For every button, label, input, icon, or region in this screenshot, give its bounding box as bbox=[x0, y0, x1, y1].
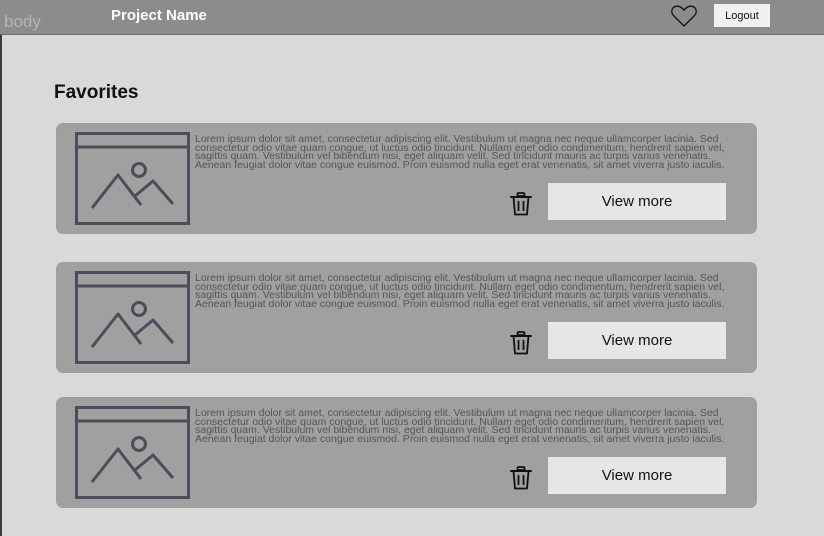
trash-icon[interactable] bbox=[509, 191, 533, 217]
view-more-button[interactable]: View more bbox=[548, 183, 726, 220]
page-title: Favorites bbox=[54, 82, 139, 103]
favorite-card: Lorem ipsum dolor sit amet, consectetur … bbox=[56, 397, 757, 508]
image-placeholder-icon bbox=[75, 271, 190, 364]
image-placeholder-icon bbox=[75, 406, 190, 499]
frame-label: body bbox=[4, 12, 41, 31]
card-description: Lorem ipsum dolor sit amet, consectetur … bbox=[195, 407, 725, 445]
project-name[interactable]: Project Name bbox=[111, 7, 207, 25]
view-more-button[interactable]: View more bbox=[548, 457, 726, 494]
logout-button[interactable]: Logout bbox=[714, 4, 770, 27]
trash-icon[interactable] bbox=[509, 330, 533, 356]
frame-edge bbox=[0, 0, 2, 536]
top-bar: body Project Name Logout bbox=[0, 0, 824, 35]
card-description: Lorem ipsum dolor sit amet, consectetur … bbox=[195, 133, 725, 171]
card-description: Lorem ipsum dolor sit amet, consectetur … bbox=[195, 272, 725, 310]
heart-icon[interactable] bbox=[670, 4, 698, 28]
favorite-card: Lorem ipsum dolor sit amet, consectetur … bbox=[56, 262, 757, 373]
trash-icon[interactable] bbox=[509, 465, 533, 491]
favorite-card: Lorem ipsum dolor sit amet, consectetur … bbox=[56, 123, 757, 234]
image-placeholder-icon bbox=[75, 132, 190, 225]
view-more-button[interactable]: View more bbox=[548, 322, 726, 359]
